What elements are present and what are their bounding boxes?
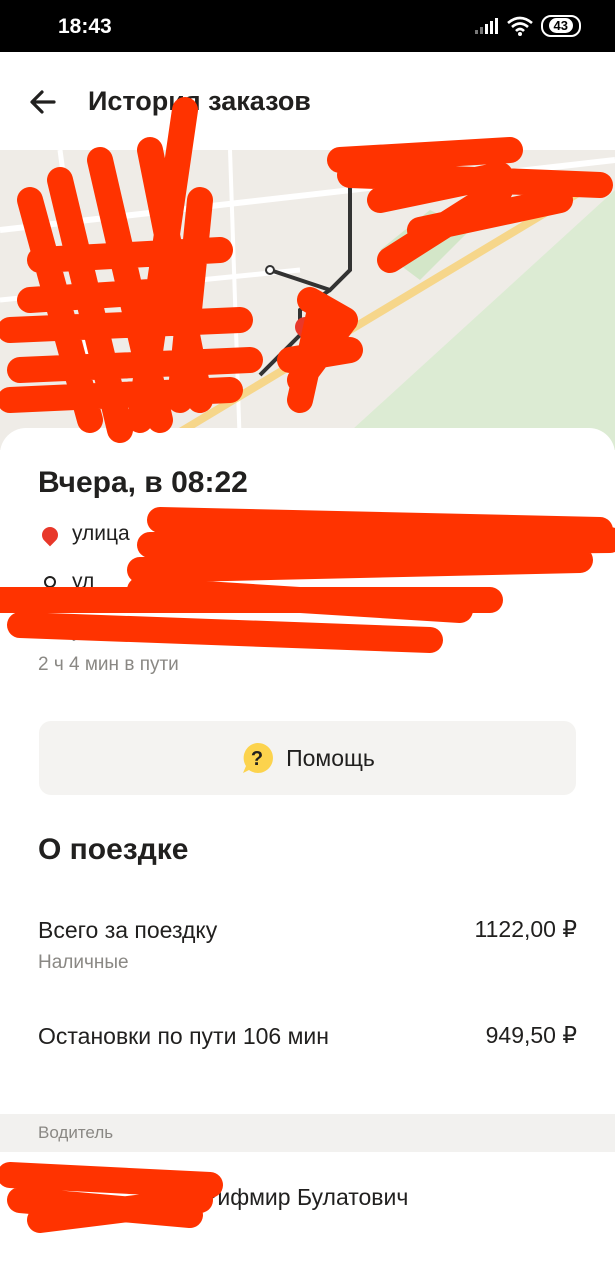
route-point-destination: у [38, 618, 83, 642]
trip-date: Вчера, в 08:22 [38, 466, 248, 499]
question-bubble-icon: ? [243, 742, 274, 773]
red-pin-icon [38, 523, 62, 547]
help-label: Помощь [286, 744, 375, 771]
status-bar: 18:43 43 [0, 0, 615, 52]
route-point-origin: улица [38, 522, 130, 547]
route-point-label: ул [72, 570, 95, 593]
status-icons: 43 [474, 15, 581, 37]
status-time: 18:43 [58, 15, 112, 38]
trip-duration: 2 ч 4 мин в пути [38, 654, 179, 675]
battery-level: 43 [548, 18, 573, 33]
help-button[interactable]: ? Помощь [39, 721, 576, 795]
signal-icon [474, 18, 498, 34]
order-details-sheet: Вчера, в 08:22 улица ул у 2 ч 4 мин в пу… [0, 428, 615, 1280]
blue-pin-icon [41, 621, 59, 639]
stop-dot-icon [44, 576, 56, 588]
arrow-left-icon [30, 90, 56, 114]
about-trip-title: О поездке [38, 833, 189, 866]
payment-method: Наличные [38, 952, 129, 973]
stops-label: Остановки по пути 106 мин [38, 1023, 329, 1049]
back-button[interactable] [24, 82, 64, 122]
route-point-stop: ул [38, 570, 94, 594]
driver-section-header: Водитель [0, 1114, 615, 1152]
map-canvas [0, 150, 615, 450]
driver-section-label: Водитель [38, 1123, 114, 1142]
total-label: Всего за поездку [38, 917, 218, 943]
total-value: 1122,00 ₽ [474, 916, 577, 942]
svg-text:?: ? [251, 748, 263, 770]
driver-name: Рифмир Булатович [202, 1184, 409, 1210]
app-header: История заказов [0, 52, 615, 152]
route-point-label: улица [72, 522, 130, 545]
battery-icon: 43 [540, 15, 581, 37]
wifi-icon [506, 16, 533, 36]
page-title: История заказов [88, 86, 311, 116]
stops-value: 949,50 ₽ [485, 1022, 577, 1048]
route-point-label: у [72, 618, 83, 641]
route-map[interactable] [0, 150, 615, 450]
